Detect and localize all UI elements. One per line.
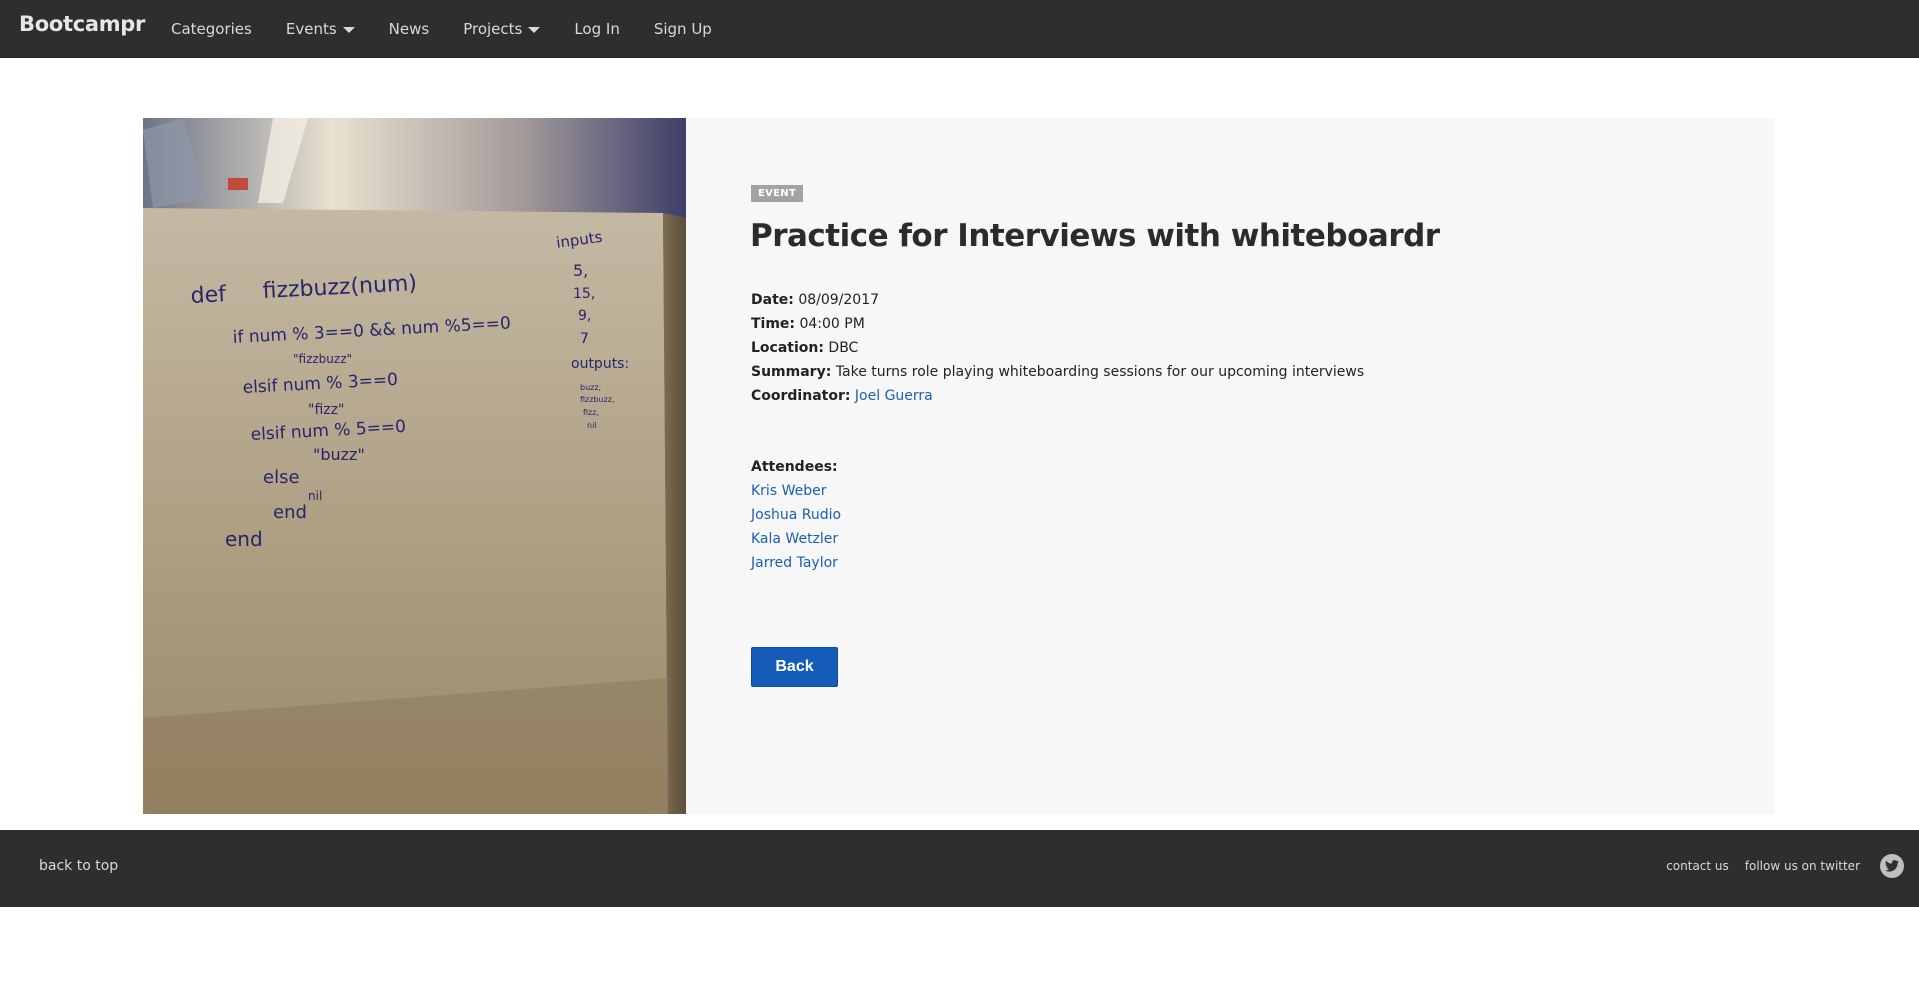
attendees-list: Attendees: Kris Weber Joshua Rudio Kala … [751, 455, 841, 575]
svg-text:buzz,: buzz, [580, 383, 601, 392]
nav-item-events[interactable]: Events [286, 20, 355, 38]
nav-item-login[interactable]: Log In [574, 20, 620, 38]
back-button[interactable]: Back [751, 647, 838, 687]
location-label: Location: [751, 340, 824, 356]
time-row: Time: 04:00 PM [751, 312, 1364, 336]
twitter-icon[interactable] [1880, 854, 1904, 878]
attendee-link[interactable]: Joshua Rudio [751, 507, 841, 523]
svg-text:end: end [273, 502, 307, 523]
event-details: Date: 08/09/2017 Time: 04:00 PM Location… [751, 288, 1364, 408]
event-badge: EVENT [751, 185, 804, 202]
nav-item-label: Sign Up [653, 20, 712, 38]
footer: back to top contact us follow us on twit… [0, 830, 1919, 907]
brand-logo[interactable]: Bootcampr [19, 12, 145, 36]
date-row: Date: 08/09/2017 [751, 288, 1364, 312]
location-value: DBC [828, 340, 859, 356]
attendees-label: Attendees: [751, 459, 838, 475]
svg-text:outputs:: outputs: [571, 356, 629, 372]
svg-text:end: end [225, 527, 263, 551]
summary-value: Take turns role playing whiteboarding se… [835, 364, 1365, 380]
nav-item-categories[interactable]: Categories [171, 20, 252, 38]
top-navbar: Bootcampr Categories Events News Project… [0, 0, 1919, 58]
summary-label: Summary: [751, 364, 832, 380]
svg-text:fizzbuzz,: fizzbuzz, [580, 395, 615, 404]
nav-item-label: Log In [574, 20, 620, 38]
attendee-link[interactable]: Kris Weber [751, 483, 826, 499]
whiteboard-photo: def fizzbuzz(num) if num % 3==0 && num %… [143, 118, 686, 814]
svg-text:else: else [263, 467, 300, 488]
page-title: Practice for Interviews with whiteboardr [750, 218, 1440, 254]
svg-text:5,: 5, [573, 261, 588, 280]
event-photo: def fizzbuzz(num) if num % 3==0 && num %… [143, 118, 686, 814]
svg-text:"fizz": "fizz" [308, 402, 344, 418]
back-to-top-link[interactable]: back to top [39, 858, 118, 874]
date-value: 08/09/2017 [798, 292, 880, 308]
nav-item-label: Categories [171, 20, 252, 38]
contact-us-link[interactable]: contact us [1666, 859, 1729, 873]
coordinator-row: Coordinator: Joel Guerra [751, 384, 1364, 408]
follow-twitter-link[interactable]: follow us on twitter [1745, 859, 1860, 873]
svg-text:9,: 9, [578, 308, 591, 324]
twitter-bird-icon [1885, 860, 1899, 872]
svg-text:15,: 15, [573, 286, 595, 302]
svg-text:"buzz": "buzz" [313, 445, 365, 464]
coordinator-label: Coordinator: [751, 388, 851, 404]
attendee-link[interactable]: Jarred Taylor [751, 555, 838, 571]
coordinator-link[interactable]: Joel Guerra [855, 388, 933, 404]
svg-text:7: 7 [580, 331, 589, 347]
date-label: Date: [751, 292, 794, 308]
nav-item-signup[interactable]: Sign Up [654, 20, 712, 38]
svg-text:nil: nil [308, 489, 322, 503]
nav-item-label: Projects [463, 20, 523, 38]
footer-links: contact us follow us on twitter [1666, 854, 1904, 878]
attendee-link[interactable]: Kala Wetzler [751, 531, 838, 547]
svg-text:def: def [190, 282, 228, 309]
nav-item-news[interactable]: News [389, 20, 430, 38]
time-label: Time: [751, 316, 796, 332]
caret-down-icon [342, 27, 355, 33]
svg-text:"fizzbuzz": "fizzbuzz" [293, 352, 352, 366]
nav-item-label: Events [285, 20, 337, 38]
nav-item-projects[interactable]: Projects [463, 20, 541, 38]
time-value: 04:00 PM [799, 316, 865, 332]
location-row: Location: DBC [751, 336, 1364, 360]
summary-row: Summary: Take turns role playing whitebo… [751, 360, 1364, 384]
svg-text:fizz,: fizz, [583, 408, 599, 417]
caret-down-icon [528, 27, 541, 33]
nav-item-label: News [388, 20, 430, 38]
nav-menu: Categories Events News Projects Log In S… [171, 0, 746, 58]
svg-text:nil: nil [587, 421, 597, 430]
event-details-panel: EVENT Practice for Interviews with white… [686, 118, 1775, 814]
